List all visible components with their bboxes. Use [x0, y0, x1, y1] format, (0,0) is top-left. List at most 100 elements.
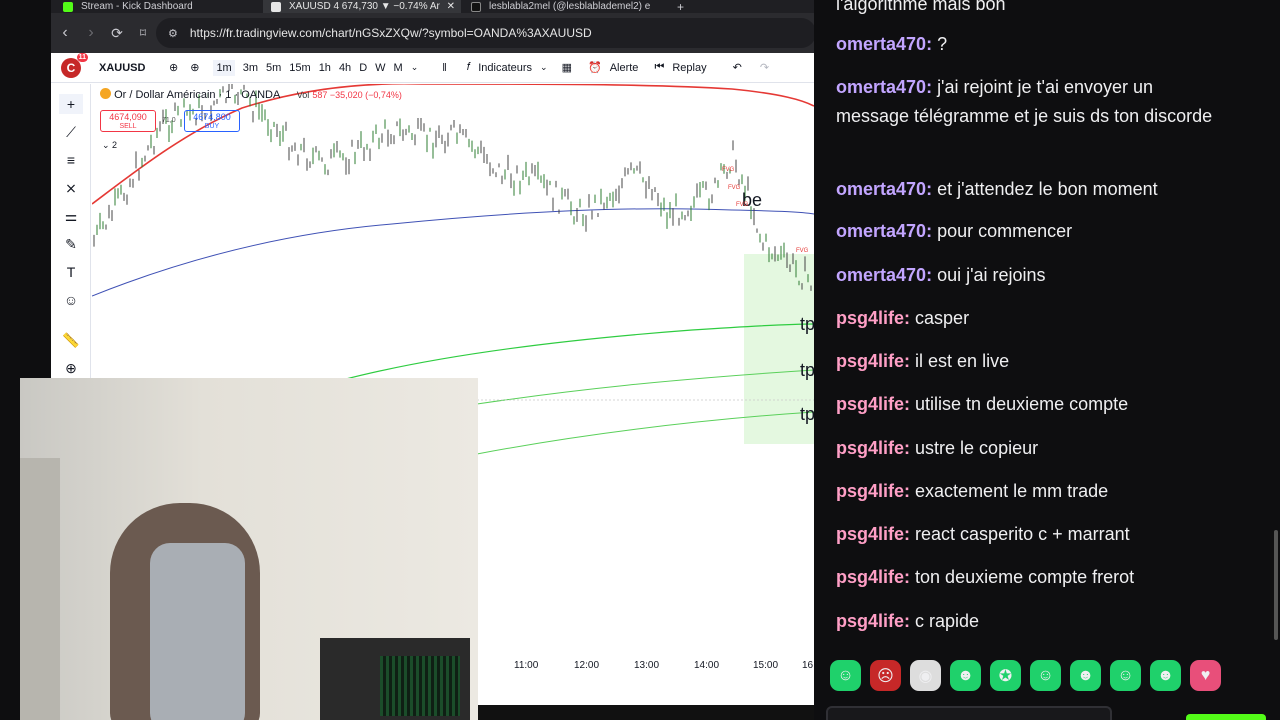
timeframe-3m[interactable]: 3m: [243, 62, 258, 74]
chat-username[interactable]: psg4life: [836, 351, 904, 371]
chat-username[interactable]: psg4life: [836, 308, 904, 328]
forecast-icon[interactable]: ⚌: [59, 206, 83, 226]
undo-icon[interactable]: ↶: [733, 61, 742, 74]
bookmark-icon[interactable]: ⌑: [131, 26, 155, 40]
url-field[interactable]: ⚙ https://fr.tradingview.com/chart/nGSxZ…: [156, 18, 814, 48]
replay-button[interactable]: Replay: [672, 62, 706, 74]
timeframe-d[interactable]: D: [359, 62, 367, 74]
user-avatar[interactable]: C 11: [61, 52, 88, 78]
redo-icon[interactable]: ↷: [760, 61, 769, 74]
chat-separator: :: [904, 351, 916, 371]
emote-icon[interactable]: ☻: [1070, 660, 1101, 691]
compare-icon[interactable]: ⊕: [190, 61, 199, 74]
chat-input[interactable]: [826, 706, 1112, 720]
timeframe-w[interactable]: W: [375, 62, 385, 74]
time-label: 14:00: [694, 660, 720, 671]
emote-icon[interactable]: ☺: [1110, 660, 1141, 691]
candles-icon[interactable]: ǁ: [442, 62, 447, 74]
spread-value: 71,0: [162, 117, 176, 124]
emote-icon[interactable]: ◉: [910, 660, 941, 691]
gold-icon: [100, 88, 111, 99]
chat-text: oui j'ai rejoins: [937, 265, 1046, 285]
chat-username[interactable]: psg4life: [836, 394, 904, 414]
symbol-search[interactable]: XAUUSD: [99, 62, 161, 74]
emote-icon[interactable]: ☻: [1150, 660, 1181, 691]
chat-username[interactable]: psg4life: [836, 438, 904, 458]
timeframe-5m[interactable]: 5m: [266, 62, 281, 74]
text-icon[interactable]: T: [59, 262, 83, 282]
timeframe-1m[interactable]: 1m: [213, 59, 235, 76]
back-icon[interactable]: ‹: [53, 24, 77, 42]
chat-separator: :: [904, 394, 916, 414]
close-tab-icon[interactable]: ✕: [447, 1, 455, 12]
chat-message-partial: l'algorithme mais bon: [836, 0, 1006, 14]
chat-username[interactable]: omerta470: [836, 221, 926, 241]
emote-icon[interactable]: ☺: [1030, 660, 1061, 691]
sell-price: 4674,090: [109, 112, 147, 122]
alert-button[interactable]: Alerte: [610, 62, 639, 74]
buy-button[interactable]: 4674,800 BUY: [184, 110, 240, 132]
chat-separator: :: [926, 34, 938, 54]
zoom-icon[interactable]: ⊕: [59, 358, 83, 378]
emote-icon[interactable]: ✪: [990, 660, 1021, 691]
forward-icon[interactable]: ›: [79, 24, 103, 42]
tab-label: lesblabla2mel (@lesblablademel2) e: [489, 1, 651, 12]
sell-label: SELL: [119, 123, 137, 130]
emote-icon[interactable]: ☺: [830, 660, 861, 691]
tab-tiktok[interactable]: lesblabla2mel (@lesblablademel2) e: [471, 0, 661, 13]
chat-username[interactable]: psg4life: [836, 567, 904, 587]
chat-username[interactable]: psg4life: [836, 611, 904, 631]
chat-text: utilise tn deuxieme compte: [915, 394, 1129, 414]
drawing-toolbar: + ⟋ ≡ ⨯ ⚌ ✎ T ☺ 📏 ⊕: [51, 84, 91, 384]
taskbar-strip: [478, 705, 814, 720]
tab-kick-dashboard[interactable]: Stream - Kick Dashboard: [63, 0, 263, 13]
fvg-label: FVG: [736, 202, 749, 208]
timeframe-1h[interactable]: 1h: [319, 62, 331, 74]
timeframe-4h[interactable]: 4h: [339, 62, 351, 74]
send-button[interactable]: [1186, 714, 1266, 720]
webcam-speaker: [380, 656, 460, 716]
trendline-icon[interactable]: ⟋: [59, 122, 83, 142]
chat-username[interactable]: omerta470: [836, 34, 926, 54]
chat-scrollbar[interactable]: [1274, 530, 1278, 640]
tab-tradingview[interactable]: XAUUSD 4 674,730 ▼ −0.74% Ar ✕: [263, 0, 461, 13]
chat-text: et j'attendez le bon moment: [937, 179, 1158, 199]
indicators-icon: 𝑓: [466, 61, 471, 73]
timeframe-15m[interactable]: 15m: [289, 62, 310, 74]
emote-icon[interactable]: ♥: [1190, 660, 1221, 691]
pattern-icon[interactable]: ⨯: [59, 178, 83, 198]
timeframe-m[interactable]: M: [394, 62, 403, 74]
site-info-icon[interactable]: ⚙: [168, 27, 178, 40]
ruler-icon[interactable]: 📏: [59, 330, 83, 350]
chat-username[interactable]: omerta470: [836, 265, 926, 285]
chevron-down-icon[interactable]: ⌄: [411, 62, 419, 73]
chevron-down-icon[interactable]: ⌄: [540, 62, 548, 73]
chat-text: ustre le copieur: [915, 438, 1039, 458]
chat-username[interactable]: omerta470: [836, 179, 926, 199]
blue-moving-average: [92, 208, 814, 297]
layouts-icon[interactable]: ▦: [562, 61, 572, 74]
indicators-button[interactable]: Indicateurs: [478, 62, 532, 74]
new-tab-button[interactable]: +: [677, 0, 697, 13]
brush-icon[interactable]: ✎: [59, 234, 83, 254]
url-text: https://fr.tradingview.com/chart/nGSxZXQ…: [189, 26, 592, 40]
emote-icon[interactable]: ☹: [870, 660, 901, 691]
chat-text: ton deuxieme compte frerot: [915, 567, 1135, 587]
add-symbol-icon[interactable]: ⊕: [169, 61, 178, 74]
fvg-label: FVG: [722, 167, 735, 173]
chat-separator: :: [904, 438, 916, 458]
chat-message: omerta470: j'ai rejoint je t'ai envoyer …: [836, 73, 1216, 131]
crosshair-icon[interactable]: +: [59, 94, 83, 114]
emoji-icon[interactable]: ☺: [59, 290, 83, 310]
horizontal-lines-icon[interactable]: ≡: [59, 150, 83, 170]
reload-icon[interactable]: ⟳: [105, 25, 129, 42]
sell-button[interactable]: 4674,090 SELL: [100, 110, 156, 132]
chat-username[interactable]: psg4life: [836, 524, 904, 544]
tiktok-icon: [471, 1, 481, 12]
chat-message: psg4life: casper: [836, 304, 1216, 333]
chat-username[interactable]: omerta470: [836, 77, 926, 97]
emote-icon[interactable]: ☻: [950, 660, 981, 691]
indicator-toggle[interactable]: ⌄ 2: [102, 140, 117, 151]
chat-username[interactable]: psg4life: [836, 481, 904, 501]
fvg-label: FVG: [796, 248, 809, 254]
